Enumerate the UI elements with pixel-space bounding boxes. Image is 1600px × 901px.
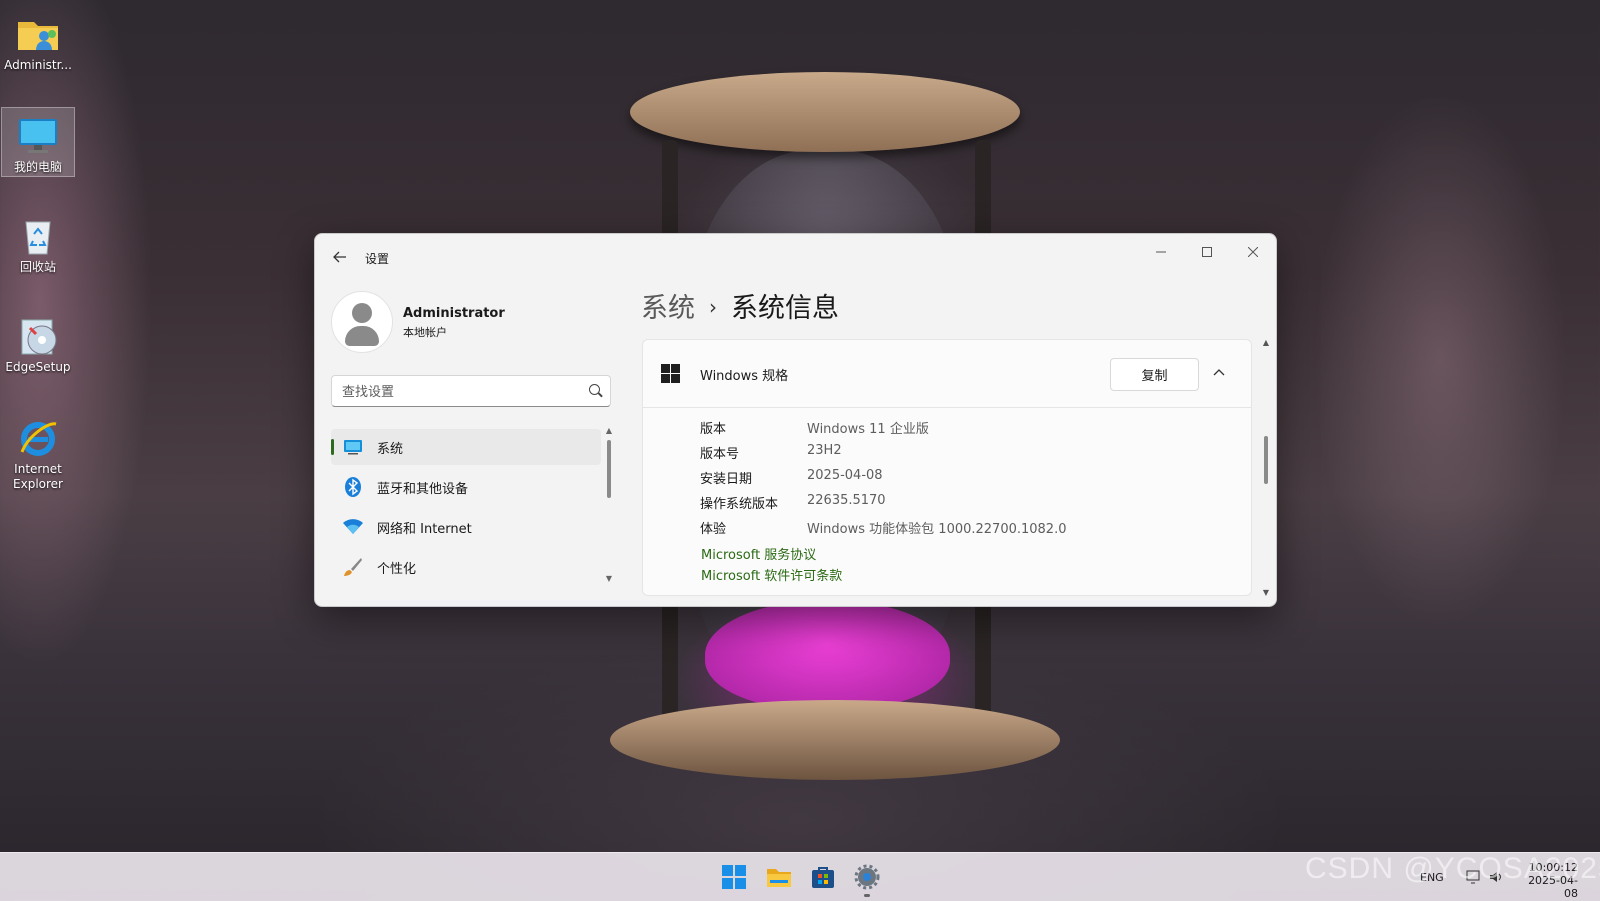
scroll-down-icon[interactable]: ▼: [1261, 588, 1271, 597]
windows-start-icon: [722, 865, 746, 889]
spec-key: 安装日期: [700, 472, 753, 487]
active-indicator: [864, 894, 870, 897]
profile-account-type: 本地帐户: [403, 326, 447, 339]
sidebar-item-label: 系统: [377, 441, 404, 457]
window-title: 设置: [365, 252, 390, 266]
brush-icon: [343, 557, 363, 577]
search-input[interactable]: [340, 376, 584, 408]
sidebar-item-personalization[interactable]: 个性化: [331, 549, 601, 585]
scrollbar-thumb[interactable]: [607, 440, 611, 498]
breadcrumb: 系统 › 系统信息: [641, 286, 839, 325]
desktop-icon-user-folder[interactable]: Administr...: [2, 6, 74, 73]
installer-disc-icon: [16, 314, 60, 358]
watermark: CSDN @YCOSA2025: [1305, 852, 1600, 885]
store-button[interactable]: [805, 861, 841, 893]
desktop-icon-label: Administr...: [4, 58, 72, 72]
search-icon[interactable]: [589, 384, 600, 395]
spec-value: Windows 功能体验包 1000.22700.1082.0: [807, 522, 1067, 537]
card-title: Windows 规格: [700, 369, 789, 384]
settings-taskbar-button[interactable]: [849, 861, 885, 897]
internet-explorer-icon: [16, 416, 60, 460]
desktop-icon-edgesetup[interactable]: EdgeSetup: [2, 308, 74, 375]
windows-spec-card: Windows 规格 复制 版本 Windows 11 企业版 版本号 23H2…: [642, 339, 1252, 596]
content-scrollbar[interactable]: ▲ ▼: [1261, 338, 1271, 600]
windows-logo-icon: [661, 364, 680, 383]
desktop-icon-label: EdgeSetup: [5, 360, 71, 374]
title-bar: 设置: [315, 234, 1276, 278]
store-icon: [812, 867, 834, 888]
sidebar-item-bluetooth[interactable]: 蓝牙和其他设备: [331, 469, 601, 505]
desktop-icon-internet-explorer[interactable]: Internet Explorer: [2, 410, 74, 492]
sidebar-scrollbar[interactable]: ▲ ▼: [605, 426, 613, 586]
sidebar-item-network[interactable]: 网络和 Internet: [331, 509, 601, 545]
close-button[interactable]: [1230, 236, 1276, 268]
minimize-button[interactable]: [1138, 236, 1184, 268]
wallpaper-hourglass-sand: [705, 600, 950, 710]
desktop-icon-recycle-bin[interactable]: 回收站: [2, 208, 74, 275]
desktop-icon-label: Internet Explorer: [13, 462, 63, 491]
profile-name: Administrator: [403, 306, 505, 321]
back-arrow-icon[interactable]: [327, 244, 353, 270]
scroll-up-icon[interactable]: ▲: [1261, 338, 1271, 347]
monitor-icon: [16, 114, 60, 158]
link-license-terms[interactable]: Microsoft 软件许可条款: [701, 565, 842, 584]
spec-key: 体验: [700, 522, 727, 537]
wifi-icon: [343, 517, 363, 537]
sidebar-item-label: 蓝牙和其他设备: [377, 481, 469, 497]
file-explorer-button[interactable]: [761, 861, 797, 893]
copy-button[interactable]: 复制: [1110, 358, 1199, 391]
spec-value: 22635.5170: [807, 493, 886, 508]
scroll-down-icon[interactable]: ▼: [605, 574, 613, 583]
wallpaper-hourglass-top: [630, 72, 1020, 152]
sidebar-item-label: 网络和 Internet: [377, 521, 472, 537]
scroll-up-icon[interactable]: ▲: [605, 426, 613, 435]
folder-icon: [767, 869, 791, 887]
avatar: [331, 291, 393, 353]
recycle-bin-icon: [16, 214, 60, 258]
sidebar-item-system[interactable]: 系统: [331, 429, 601, 465]
breadcrumb-parent[interactable]: 系统: [641, 293, 695, 324]
maximize-button[interactable]: [1184, 236, 1230, 268]
desktop-icon-label: 回收站: [19, 260, 56, 274]
wallpaper-hourglass-base: [610, 700, 1060, 780]
gear-icon: [854, 864, 880, 890]
spec-key: 版本号: [700, 447, 740, 462]
spec-key: 版本: [700, 422, 727, 437]
user-folder-icon: [16, 12, 60, 56]
card-header[interactable]: Windows 规格 复制: [643, 340, 1251, 408]
start-button[interactable]: [716, 861, 752, 893]
sidebar-nav: 系统 蓝牙和其他设备 网络和 Internet 个性化: [331, 429, 601, 589]
monitor-icon: [343, 437, 363, 457]
spec-value: 2025-04-08: [807, 468, 883, 483]
desktop-icon-my-computer[interactable]: 我的电脑: [1, 107, 75, 177]
scrollbar-thumb[interactable]: [1264, 436, 1268, 484]
spec-value: Windows 11 企业版: [807, 422, 929, 437]
desktop-icon-label: 我的电脑: [13, 160, 62, 174]
settings-window: 设置 Administrator 本地帐户 系统: [314, 233, 1277, 607]
chevron-up-icon[interactable]: [1209, 362, 1229, 382]
link-service-agreement[interactable]: Microsoft 服务协议: [701, 544, 816, 563]
settings-search-box[interactable]: [331, 375, 611, 408]
page-title: 系统信息: [731, 293, 839, 324]
chevron-right-icon: ›: [709, 295, 717, 319]
spec-key: 操作系统版本: [700, 497, 779, 512]
sidebar-item-label: 个性化: [377, 561, 417, 577]
bluetooth-icon: [343, 477, 363, 497]
spec-value: 23H2: [807, 443, 842, 458]
